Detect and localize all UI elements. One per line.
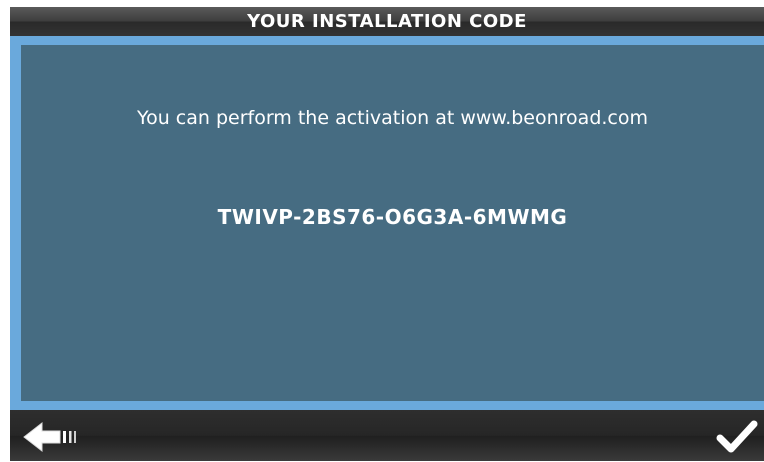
bottom-toolbar bbox=[10, 410, 764, 461]
title-bar: YOUR INSTALLATION CODE bbox=[10, 7, 764, 36]
content-panel: You can perform the activation at www.be… bbox=[21, 45, 764, 401]
back-button[interactable] bbox=[22, 420, 84, 454]
screen-title: YOUR INSTALLATION CODE bbox=[247, 11, 527, 32]
activation-message: You can perform the activation at www.be… bbox=[136, 107, 649, 129]
back-arrow-icon bbox=[23, 421, 76, 453]
installation-code-screen: YOUR INSTALLATION CODE You can perform t… bbox=[0, 0, 764, 461]
confirm-button[interactable] bbox=[716, 416, 758, 458]
installation-code: TWIVP-2BS76-O6G3A-6MWMG bbox=[217, 205, 568, 229]
content-frame: You can perform the activation at www.be… bbox=[10, 36, 764, 410]
checkmark-icon bbox=[716, 420, 758, 453]
